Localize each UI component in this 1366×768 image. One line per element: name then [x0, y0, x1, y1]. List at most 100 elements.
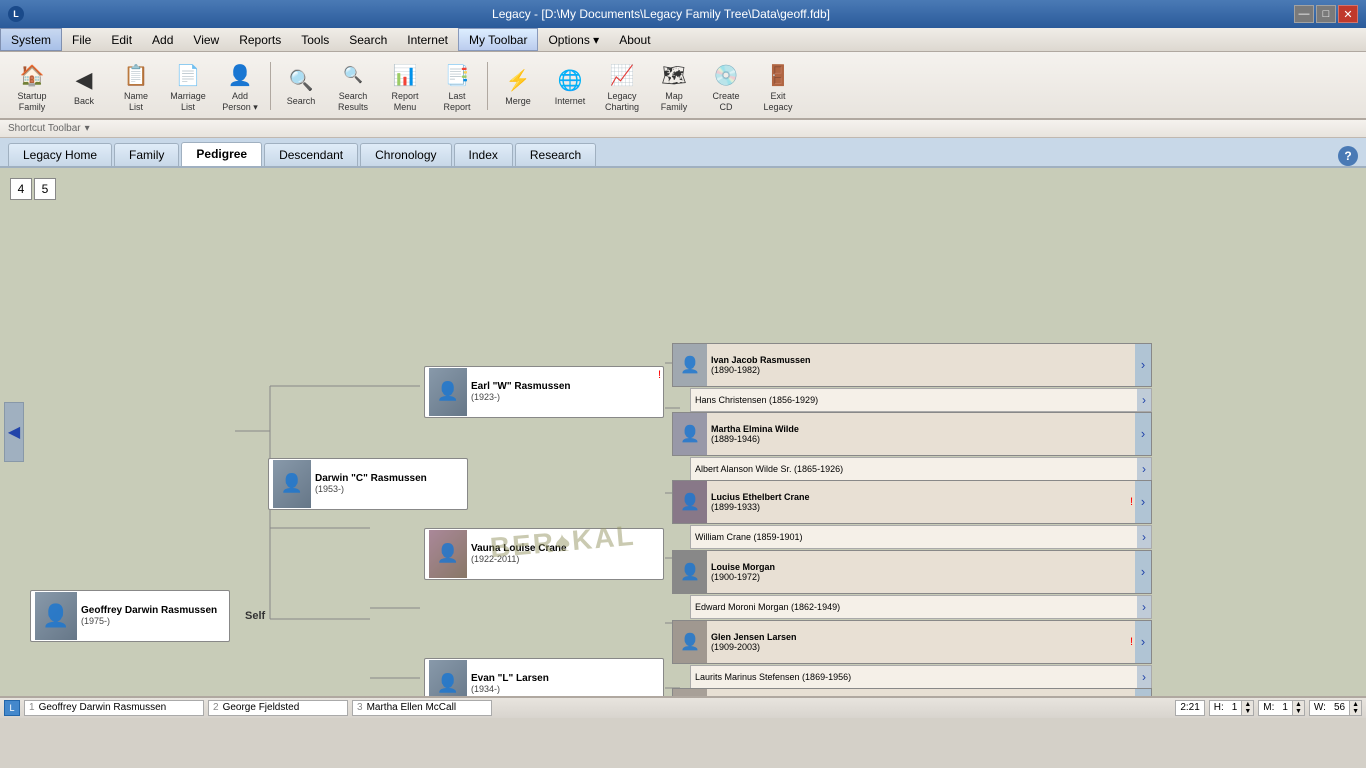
menu-view[interactable]: View: [183, 28, 229, 51]
louise-arrow[interactable]: ›: [1135, 551, 1151, 593]
status-w-spinbtns[interactable]: ▲ ▼: [1349, 701, 1361, 715]
last-report-label: LastReport: [443, 91, 470, 113]
laurits-arrow[interactable]: ›: [1137, 666, 1151, 688]
menu-system[interactable]: System: [0, 28, 62, 51]
create-cd-button[interactable]: 💿 CreateCD: [702, 56, 750, 116]
status-w-up[interactable]: ▲: [1349, 701, 1361, 708]
tab-pedigree[interactable]: Pedigree: [181, 142, 262, 166]
lucius-box[interactable]: 👤 Lucius Ethelbert Crane (1899-1933) ! ›: [672, 480, 1152, 524]
toolbar: 🏠 StartupFamily ◀ Back 📋 NameList 📄 Marr…: [0, 52, 1366, 120]
roberta-photo: 👤: [673, 689, 707, 696]
menu-edit[interactable]: Edit: [101, 28, 142, 51]
tab-legacy-home[interactable]: Legacy Home: [8, 143, 112, 166]
status-h-spinbtns[interactable]: ▲ ▼: [1241, 701, 1253, 715]
status-h-spinner: H: 1 ▲ ▼: [1209, 700, 1255, 716]
louise-box[interactable]: 👤 Louise Morgan (1900-1972) ›: [672, 550, 1152, 594]
edward-name: Edward Moroni Morgan (1862-1949): [691, 602, 1137, 612]
roberta-arrow[interactable]: ›: [1135, 689, 1151, 696]
glen-arrow[interactable]: ›: [1135, 621, 1151, 663]
william-crane-arrow[interactable]: ›: [1137, 526, 1151, 548]
laurits-box[interactable]: Laurits Marinus Stefensen (1869-1956) ›: [690, 665, 1152, 689]
hans-name: Hans Christensen (1856-1929): [691, 395, 1137, 405]
albert-name: Albert Alanson Wilde Sr. (1865-1926): [691, 464, 1137, 474]
internet-button[interactable]: 🌐 Internet: [546, 61, 594, 110]
add-person-button[interactable]: 👤 AddPerson ▾: [216, 56, 264, 116]
evan-larsen-box[interactable]: 👤 Evan "L" Larsen (1934-): [424, 658, 664, 696]
glen-box[interactable]: 👤 Glen Jensen Larsen (1909-2003) ! ›: [672, 620, 1152, 664]
pedigree-back-arrow[interactable]: ◀: [4, 402, 24, 462]
minimize-button[interactable]: —: [1294, 5, 1314, 23]
roberta-box[interactable]: 👤 Roberta Fjeldsted (1912-1998) ›: [672, 688, 1152, 696]
report-menu-button[interactable]: 📊 ReportMenu: [381, 56, 429, 116]
menu-options[interactable]: Options ▾: [538, 28, 609, 51]
name-list-button[interactable]: 📋 NameList: [112, 56, 160, 116]
search-button[interactable]: 🔍 Search: [277, 61, 325, 110]
back-button[interactable]: ◀ Back: [60, 61, 108, 110]
status-h-down[interactable]: ▼: [1241, 708, 1253, 715]
generation-numbers: 4 5: [10, 178, 56, 200]
shortcut-bar: Shortcut Toolbar ▾: [0, 120, 1366, 138]
martha-arrow[interactable]: ›: [1135, 413, 1151, 455]
legacy-charting-button[interactable]: 📈 LegacyCharting: [598, 56, 646, 116]
martha-photo: 👤: [673, 413, 707, 455]
ivan-arrow[interactable]: ›: [1135, 344, 1151, 386]
menu-about[interactable]: About: [609, 28, 660, 51]
merge-button[interactable]: ⚡ Merge: [494, 61, 542, 110]
lucius-alert: !: [1130, 496, 1133, 508]
menu-add[interactable]: Add: [142, 28, 183, 51]
tab-chronology[interactable]: Chronology: [360, 143, 451, 166]
menu-my-toolbar[interactable]: My Toolbar: [458, 28, 538, 51]
close-button[interactable]: ✕: [1338, 5, 1358, 23]
hans-box[interactable]: Hans Christensen (1856-1929) ›: [690, 388, 1152, 412]
william-crane-box[interactable]: William Crane (1859-1901) ›: [690, 525, 1152, 549]
tab-research[interactable]: Research: [515, 143, 596, 166]
tab-index[interactable]: Index: [454, 143, 513, 166]
exit-legacy-label: ExitLegacy: [763, 91, 792, 113]
status-w-spinner: W: 56 ▲ ▼: [1309, 700, 1362, 716]
darwin-name: Darwin "C" Rasmussen: [315, 473, 463, 484]
title-text: Legacy - [D:\My Documents\Legacy Family …: [28, 7, 1294, 21]
menu-reports[interactable]: Reports: [229, 28, 291, 51]
ivan-dates: (1890-1982): [711, 365, 1131, 375]
ivan-box[interactable]: 👤 Ivan Jacob Rasmussen (1890-1982) ›: [672, 343, 1152, 387]
nav-help-button[interactable]: ?: [1338, 146, 1358, 166]
gen-5[interactable]: 5: [34, 178, 56, 200]
menu-internet[interactable]: Internet: [397, 28, 458, 51]
earl-rasmussen-box[interactable]: 👤 Earl "W" Rasmussen (1923-) !: [424, 366, 664, 418]
menu-file[interactable]: File: [62, 28, 101, 51]
martha-box[interactable]: 👤 Martha Elmina Wilde (1889-1946) ›: [672, 412, 1152, 456]
status-m-down[interactable]: ▼: [1292, 708, 1304, 715]
gen-4[interactable]: 4: [10, 178, 32, 200]
status-name1: Geoffrey Darwin Rasmussen: [39, 702, 167, 713]
startup-family-button[interactable]: 🏠 StartupFamily: [8, 56, 56, 116]
exit-legacy-button[interactable]: 🚪 ExitLegacy: [754, 56, 802, 116]
william-crane-name: William Crane (1859-1901): [691, 532, 1137, 542]
ivan-info: Ivan Jacob Rasmussen (1890-1982): [707, 353, 1135, 377]
lucius-arrow[interactable]: ›: [1135, 481, 1151, 523]
tab-family[interactable]: Family: [114, 143, 179, 166]
toolbar-separator-2: [487, 62, 488, 110]
albert-arrow[interactable]: ›: [1137, 458, 1151, 480]
maximize-button[interactable]: □: [1316, 5, 1336, 23]
marriage-list-button[interactable]: 📄 MarriageList: [164, 56, 212, 116]
tab-descendant[interactable]: Descendant: [264, 143, 358, 166]
shortcut-expand[interactable]: ▾: [85, 123, 90, 134]
map-family-button[interactable]: 🗺 MapFamily: [650, 56, 698, 116]
menu-tools[interactable]: Tools: [291, 28, 339, 51]
self-person-box[interactable]: 👤 Geoffrey Darwin Rasmussen (1975-): [30, 590, 230, 642]
darwin-rasmussen-box[interactable]: 👤 Darwin "C" Rasmussen (1953-): [268, 458, 468, 510]
name-list-label: NameList: [124, 91, 148, 113]
status-h-up[interactable]: ▲: [1241, 701, 1253, 708]
startup-label: StartupFamily: [17, 91, 46, 113]
albert-box[interactable]: Albert Alanson Wilde Sr. (1865-1926) ›: [690, 457, 1152, 481]
edward-box[interactable]: Edward Moroni Morgan (1862-1949) ›: [690, 595, 1152, 619]
search-results-button[interactable]: 🔍 SearchResults: [329, 56, 377, 116]
status-m-spinbtns[interactable]: ▲ ▼: [1292, 701, 1304, 715]
edward-arrow[interactable]: ›: [1137, 596, 1151, 618]
evan-dates: (1934-): [471, 684, 659, 694]
status-w-down[interactable]: ▼: [1349, 708, 1361, 715]
menu-search[interactable]: Search: [339, 28, 397, 51]
status-m-up[interactable]: ▲: [1292, 701, 1304, 708]
last-report-button[interactable]: 📑 LastReport: [433, 56, 481, 116]
hans-arrow[interactable]: ›: [1137, 389, 1151, 411]
